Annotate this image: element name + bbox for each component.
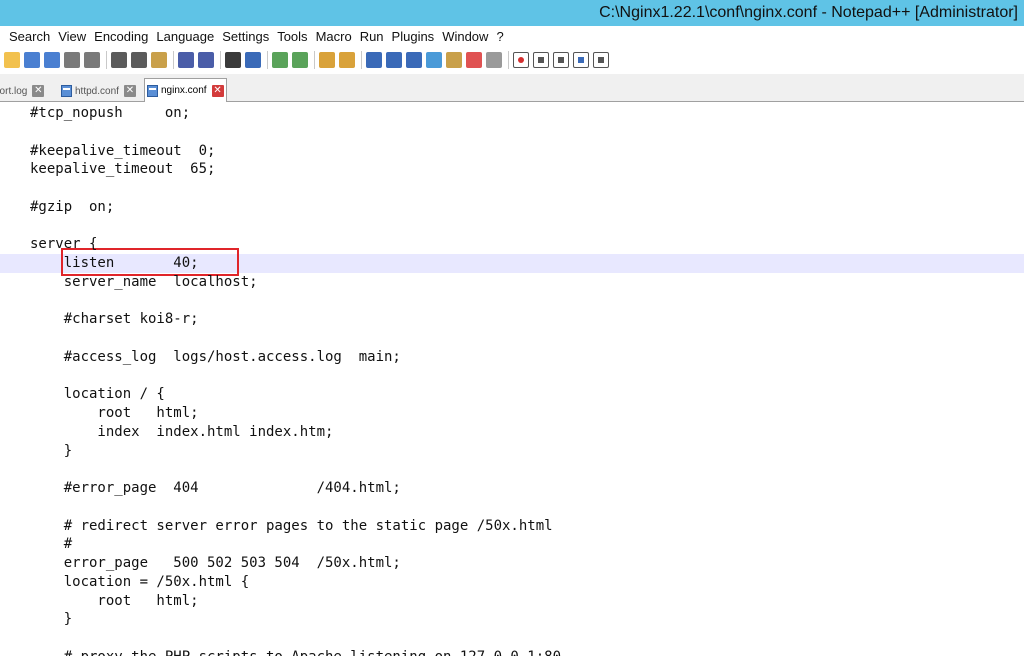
menu-language[interactable]: Language — [152, 29, 218, 44]
menu-macro[interactable]: Macro — [312, 29, 356, 44]
record-macro-icon[interactable] — [513, 52, 529, 68]
code-line[interactable]: location = /50x.html { — [30, 573, 249, 592]
sync-h-icon[interactable] — [339, 52, 355, 68]
play-macro-icon[interactable] — [553, 52, 569, 68]
zoom-out-icon[interactable] — [292, 52, 308, 68]
code-line[interactable]: keepalive_timeout 65; — [30, 160, 215, 179]
tab-label: nginx.conf — [161, 85, 207, 96]
replace-icon[interactable] — [245, 52, 261, 68]
code-line[interactable]: #charset koi8-r; — [30, 310, 199, 329]
file-icon — [147, 84, 158, 97]
code-line[interactable]: # proxy the PHP scripts to Apache listen… — [30, 648, 561, 656]
folder-as-workspace-icon[interactable] — [466, 52, 482, 68]
all-chars-icon[interactable] — [386, 52, 402, 68]
tab-nginx-conf[interactable]: nginx.conf ✕ — [144, 78, 227, 102]
word-wrap-icon[interactable] — [366, 52, 382, 68]
code-line[interactable]: index index.html index.htm; — [30, 423, 333, 442]
title-bar: C:\Nginx1.22.1\conf\nginx.conf - Notepad… — [0, 0, 1024, 26]
code-line[interactable]: root html; — [30, 404, 198, 423]
code-line[interactable]: } — [30, 610, 72, 629]
menu-encoding[interactable]: Encoding — [90, 29, 152, 44]
toolbar-separator — [508, 51, 509, 69]
menu-help[interactable]: ? — [492, 29, 507, 44]
print-icon[interactable] — [84, 52, 100, 68]
close-tab-icon[interactable]: ✕ — [123, 85, 136, 97]
menu-window[interactable]: Window — [438, 29, 492, 44]
menu-settings[interactable]: Settings — [218, 29, 273, 44]
code-line[interactable]: server_name localhost; — [30, 273, 258, 292]
code-line[interactable]: root html; — [30, 592, 198, 611]
code-line[interactable]: } — [30, 442, 72, 461]
tab-label: httpd.conf — [75, 85, 119, 97]
save-icon[interactable] — [24, 52, 40, 68]
toolbar-separator — [106, 51, 107, 69]
toolbar-separator — [220, 51, 221, 69]
tab-httpd-conf[interactable]: httpd.conf ✕ — [59, 80, 138, 102]
tab-label: port.log — [0, 85, 28, 97]
run-macro-multiple-icon[interactable] — [573, 52, 589, 68]
code-line[interactable]: #keepalive_timeout 0; — [30, 142, 215, 161]
menu-search[interactable]: Search — [0, 29, 54, 44]
code-line[interactable]: #access_log logs/host.access.log main; — [30, 348, 401, 367]
monitoring-icon[interactable] — [486, 52, 502, 68]
save-macro-icon[interactable] — [593, 52, 609, 68]
code-line[interactable]: listen 40; — [30, 254, 199, 273]
code-line[interactable]: # — [30, 535, 72, 554]
save-all-icon[interactable] — [44, 52, 60, 68]
zoom-in-icon[interactable] — [272, 52, 288, 68]
file-icon — [61, 85, 72, 97]
cut-icon[interactable] — [111, 52, 127, 68]
tab-bar: port.log ✕ httpd.conf ✕ nginx.conf ✕ — [0, 74, 1024, 102]
toolbar — [0, 46, 1024, 74]
code-line[interactable]: location / { — [30, 385, 165, 404]
close-icon[interactable] — [64, 52, 80, 68]
code-line[interactable]: #tcp_nopush on; — [30, 104, 190, 123]
stop-macro-icon[interactable] — [533, 52, 549, 68]
code-line[interactable]: server { — [30, 235, 97, 254]
menu-plugins[interactable]: Plugins — [388, 29, 439, 44]
indent-guide-icon[interactable] — [406, 52, 422, 68]
toolbar-separator — [173, 51, 174, 69]
menu-bar: Search View Encoding Language Settings T… — [0, 26, 1024, 46]
toolbar-separator — [314, 51, 315, 69]
redo-icon[interactable] — [198, 52, 214, 68]
editor-text-area[interactable]: #tcp_nopush on; #keepalive_timeout 0; keep… — [0, 103, 1024, 656]
paste-icon[interactable] — [151, 52, 167, 68]
tab-port-log[interactable]: port.log ✕ — [0, 80, 46, 102]
menu-run[interactable]: Run — [356, 29, 388, 44]
copy-icon[interactable] — [131, 52, 147, 68]
open-icon[interactable] — [4, 52, 20, 68]
window-title: C:\Nginx1.22.1\conf\nginx.conf - Notepad… — [599, 4, 1018, 21]
sync-v-icon[interactable] — [319, 52, 335, 68]
undo-icon[interactable] — [178, 52, 194, 68]
doc-map-icon[interactable] — [426, 52, 442, 68]
menu-view[interactable]: View — [54, 29, 90, 44]
toolbar-separator — [267, 51, 268, 69]
menu-tools[interactable]: Tools — [273, 29, 311, 44]
close-tab-icon[interactable]: ✕ — [211, 84, 224, 97]
code-line[interactable]: error_page 500 502 503 504 /50x.html; — [30, 554, 401, 573]
function-list-icon[interactable] — [446, 52, 462, 68]
code-line[interactable]: # redirect server error pages to the sta… — [30, 517, 553, 536]
code-line[interactable]: #gzip on; — [30, 198, 114, 217]
find-icon[interactable] — [225, 52, 241, 68]
close-tab-icon[interactable]: ✕ — [32, 85, 45, 97]
code-line[interactable]: #error_page 404 /404.html; — [30, 479, 401, 498]
toolbar-separator — [361, 51, 362, 69]
